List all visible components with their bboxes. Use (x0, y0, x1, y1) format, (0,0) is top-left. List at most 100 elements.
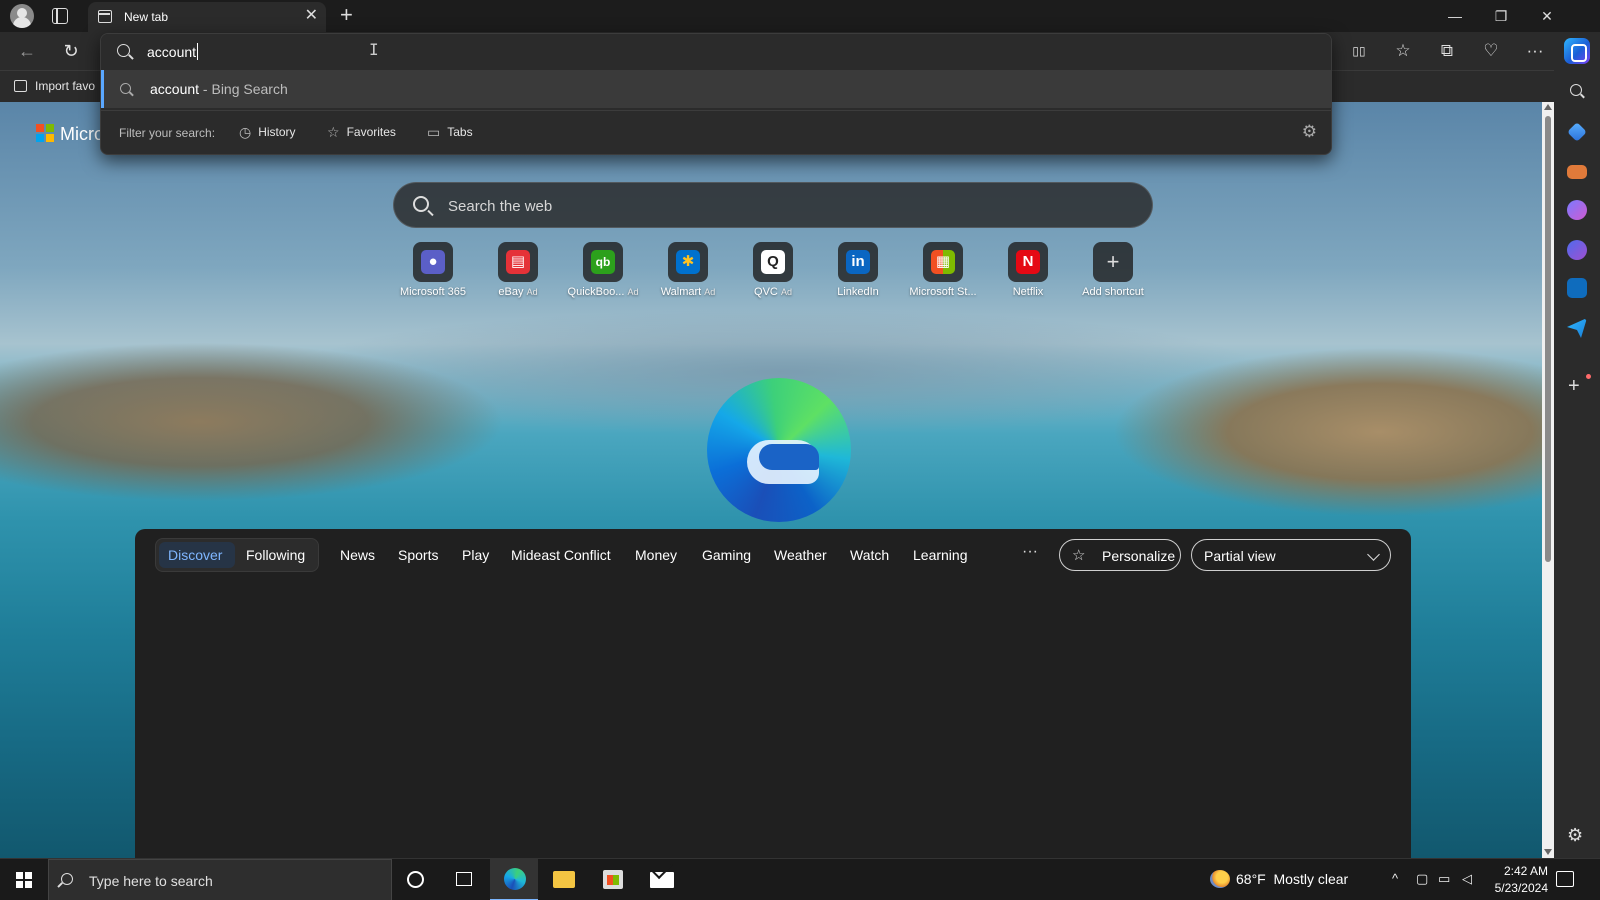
tab-close-button[interactable]: ✕ (305, 8, 318, 24)
sidebar-add-icon[interactable]: + (1568, 376, 1580, 396)
notification-center-icon[interactable] (1556, 871, 1574, 887)
sidebar-shopping-icon[interactable] (1567, 122, 1587, 142)
settings-and-more-button[interactable]: ··· (1520, 36, 1550, 66)
new-tab-button[interactable]: + (340, 4, 353, 26)
import-favorites-button[interactable]: Import favo (14, 79, 95, 93)
add-shortcut-button[interactable]: + Add shortcut (1068, 242, 1158, 298)
microsoft-365-icon: ● (421, 250, 445, 274)
tab-new-tab[interactable]: New tab ✕ (88, 2, 326, 32)
back-button[interactable]: ← (12, 36, 42, 66)
shortcut-linkedin[interactable]: in LinkedIn (813, 242, 903, 298)
shortcut-qvc[interactable]: Q QVC Ad (728, 242, 818, 298)
shortcut-microsoft-365[interactable]: ● Microsoft 365 (388, 242, 478, 298)
edge-logo-icon (707, 378, 851, 522)
scroll-thumb[interactable] (1545, 116, 1551, 562)
more-categories-button[interactable]: ··· (1022, 543, 1038, 561)
task-view-icon[interactable] (456, 872, 472, 886)
quick-links: ● Microsoft 365 ▤ eBay Ad qb QuickBoo...… (388, 242, 1158, 302)
scroll-up-arrow-icon[interactable] (1544, 104, 1552, 110)
microsoft-logo-icon (36, 124, 54, 142)
sidebar-outlook-icon[interactable] (1567, 278, 1587, 298)
category-mideast-conflict[interactable]: Mideast Conflict (511, 547, 611, 563)
shortcut-tile: ▦ (923, 242, 963, 282)
tab-discover[interactable]: Discover (168, 547, 222, 563)
search-settings-gear-icon[interactable]: ⚙ (1302, 122, 1317, 142)
edge-sidebar: + ⚙ (1554, 70, 1600, 858)
taskbar-search-input[interactable] (89, 871, 379, 891)
address-bar: I (101, 34, 1331, 70)
taskbar-search-box[interactable] (48, 859, 392, 900)
search-filter-bar: Filter your search: ◷ History ☆ Favorites … (101, 110, 1331, 154)
shortcut-microsoft-store[interactable]: ▦ Microsoft St... (898, 242, 988, 298)
web-search-box[interactable] (393, 182, 1153, 228)
restore-button[interactable]: ❐ (1478, 0, 1524, 32)
personalize-button[interactable]: ☆ Personalize (1059, 539, 1181, 571)
network-icon[interactable]: ▭ (1438, 871, 1450, 887)
content-view-select[interactable]: Partial view (1191, 539, 1391, 571)
shortcut-tile: in (838, 242, 878, 282)
mail-icon[interactable] (650, 872, 674, 888)
page-scrollbar[interactable] (1542, 102, 1554, 858)
category-watch[interactable]: Watch (850, 547, 889, 563)
minimize-button[interactable]: — (1432, 0, 1478, 32)
microsoft-store-icon[interactable] (603, 870, 623, 889)
filter-history[interactable]: ◷ History (239, 124, 296, 141)
title-bar: New tab ✕ + — ❐ ✕ (0, 0, 1600, 32)
search-icon (61, 873, 73, 885)
system-clock[interactable]: 2:42 AM 5/23/2024 (1484, 863, 1548, 897)
category-weather[interactable]: Weather (774, 547, 827, 563)
show-hidden-icons-chevron-icon[interactable]: ^ (1392, 871, 1398, 886)
shortcut-label: Microsoft 365 (399, 286, 467, 298)
split-screen-button[interactable]: ▯▯ (1344, 36, 1374, 66)
meet-now-icon[interactable]: ▢ (1416, 871, 1428, 887)
shortcut-walmart[interactable]: ✱ Walmart Ad (643, 242, 733, 298)
shortcut-ebay[interactable]: ▤ eBay Ad (473, 242, 563, 298)
browser-essentials-button[interactable]: ♡ (1476, 36, 1506, 66)
volume-muted-icon[interactable]: ◁ (1462, 871, 1472, 887)
sidebar-settings-icon[interactable]: ⚙ (1567, 825, 1583, 846)
favorites-button[interactable]: ☆ (1388, 36, 1418, 66)
category-learning[interactable]: Learning (913, 547, 968, 563)
weather-widget[interactable]: 68°F Mostly clear (1210, 870, 1349, 888)
copilot-icon[interactable] (1564, 38, 1590, 64)
close-window-button[interactable]: ✕ (1524, 0, 1570, 32)
tab-following[interactable]: Following (246, 547, 305, 563)
sidebar-drop-icon[interactable] (1567, 318, 1587, 338)
collections-button[interactable]: ⧉ (1432, 36, 1462, 66)
category-sports[interactable]: Sports (398, 547, 438, 563)
tab-actions-icon[interactable] (52, 8, 68, 24)
shortcut-tile: N (1008, 242, 1048, 282)
shortcut-netflix[interactable]: N Netflix (983, 242, 1073, 298)
shortcut-label: Add shortcut (1082, 286, 1144, 298)
category-news[interactable]: News (340, 547, 375, 563)
shortcut-tile: Q (753, 242, 793, 282)
weather-condition: Mostly clear (1273, 871, 1349, 887)
filter-tabs[interactable]: ▭ Tabs (427, 124, 473, 141)
shortcut-label: Netflix (1012, 286, 1044, 298)
address-input[interactable] (147, 41, 947, 63)
search-suggestion[interactable]: account - Bing Search (101, 70, 1331, 108)
scroll-down-arrow-icon[interactable] (1544, 849, 1552, 855)
sidebar-microsoft-365-icon[interactable] (1567, 240, 1587, 260)
profile-avatar[interactable] (10, 4, 34, 28)
category-play[interactable]: Play (462, 547, 489, 563)
shortcut-tile: qb (583, 242, 623, 282)
search-icon (413, 196, 429, 212)
text-cursor (197, 43, 198, 60)
shortcut-label: LinkedIn (837, 286, 879, 298)
refresh-button[interactable]: ↻ (56, 36, 86, 66)
filter-favorites[interactable]: ☆ Favorites (327, 124, 396, 141)
windows-start-icon[interactable] (16, 872, 32, 888)
sidebar-tools-icon[interactable] (1567, 165, 1587, 179)
search-icon (117, 44, 130, 57)
sidebar-games-icon[interactable] (1567, 200, 1587, 220)
web-search-input[interactable] (448, 195, 1048, 217)
cortana-icon[interactable] (407, 871, 424, 888)
star-icon: ☆ (327, 124, 340, 140)
category-gaming[interactable]: Gaming (702, 547, 751, 563)
category-money[interactable]: Money (635, 547, 677, 563)
linkedin-icon: in (846, 250, 870, 274)
file-explorer-icon[interactable] (553, 871, 575, 888)
sidebar-search-icon[interactable] (1570, 84, 1582, 96)
shortcut-quickbooks[interactable]: qb QuickBoo... Ad (558, 242, 648, 298)
